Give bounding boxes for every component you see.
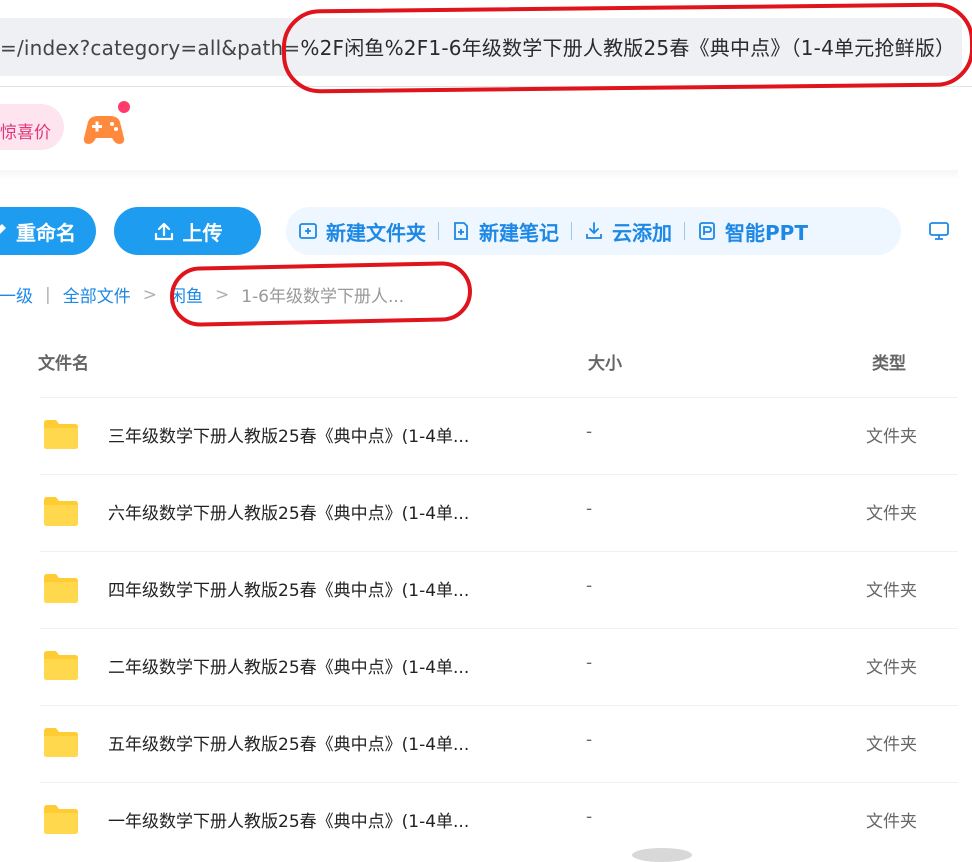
folder-icon — [44, 497, 78, 526]
file-type: 文件夹 — [866, 427, 917, 447]
cloud-add-label: 云添加 — [612, 220, 672, 245]
header-divider — [0, 170, 958, 180]
file-type: 文件夹 — [866, 812, 917, 832]
file-name[interactable]: 六年级数学下册人教版25春《典中点》(1-4单... — [108, 499, 469, 524]
file-type: 文件夹 — [866, 735, 917, 755]
file-name[interactable]: 一年级数学下册人教版25春《典中点》(1-4单... — [108, 807, 469, 832]
table-header: 文件名 大小 类型 — [0, 340, 958, 380]
cloud-add-button[interactable]: 云添加 — [572, 217, 684, 246]
edit-icon — [0, 224, 6, 234]
table-row[interactable]: 五年级数学下册人教版25春《典中点》(1-4单... - 文件夹 — [40, 705, 958, 782]
column-name-header[interactable]: 文件名 — [38, 349, 89, 374]
folder-plus-icon — [299, 223, 317, 239]
breadcrumb-divider: | — [45, 284, 51, 305]
folder-icon — [44, 728, 78, 757]
folder-icon — [44, 651, 78, 680]
file-size: - — [586, 807, 593, 827]
file-size: - — [586, 422, 593, 442]
smart-ppt-button[interactable]: 智能PPT — [685, 217, 820, 246]
column-size-header[interactable]: 大小 — [588, 349, 622, 374]
new-folder-button[interactable]: 新建文件夹 — [286, 217, 438, 246]
smart-ppt-label: 智能PPT — [725, 220, 808, 245]
monitor-icon[interactable] — [928, 220, 950, 242]
file-size: - — [586, 730, 593, 750]
new-note-button[interactable]: 新建笔记 — [439, 217, 571, 246]
column-type-header[interactable]: 类型 — [872, 349, 906, 374]
ppt-icon — [699, 222, 715, 240]
scroll-indicator — [632, 848, 692, 862]
file-name[interactable]: 三年级数学下册人教版25春《典中点》(1-4单... — [108, 422, 469, 447]
breadcrumb-separator: > — [142, 284, 157, 305]
upload-button[interactable]: 上传 — [114, 207, 261, 255]
table-row[interactable]: 三年级数学下册人教版25春《典中点》(1-4单... - 文件夹 — [40, 397, 958, 474]
file-list: 三年级数学下册人教版25春《典中点》(1-4单... - 文件夹 六年级数学下册人教版… — [40, 397, 958, 859]
gamepad-icon[interactable] — [82, 108, 126, 148]
folder-icon — [44, 420, 78, 449]
file-name[interactable]: 五年级数学下册人教版25春《典中点》(1-4单... — [108, 730, 469, 755]
download-icon — [586, 222, 602, 239]
breadcrumb-back[interactable]: 上一级 — [0, 282, 33, 307]
file-type: 文件夹 — [866, 504, 917, 524]
file-type: 文件夹 — [866, 658, 917, 678]
table-row[interactable]: 一年级数学下册人教版25春《典中点》(1-4单... - 文件夹 — [40, 782, 958, 859]
rename-label: 重命名 — [16, 220, 76, 245]
folder-icon — [44, 574, 78, 603]
notification-dot — [118, 101, 130, 113]
file-type: 文件夹 — [866, 581, 917, 601]
file-name[interactable]: 二年级数学下册人教版25春《典中点》(1-4单... — [108, 653, 469, 678]
annotation-circle-breadcrumb — [169, 260, 473, 328]
upload-label: 上传 — [182, 220, 223, 245]
toolbar-actions: 新建文件夹 新建笔记 云添加 智能PPT — [286, 207, 901, 255]
note-plus-icon — [454, 222, 468, 240]
upload-icon — [154, 222, 173, 241]
promo-label[interactable]: 惊喜价 — [0, 118, 51, 143]
rename-button[interactable]: 重命名 — [0, 207, 96, 255]
folder-icon — [44, 805, 78, 834]
url-prefix: =/index?category=all&path= — [0, 36, 301, 60]
table-row[interactable]: 二年级数学下册人教版25春《典中点》(1-4单... - 文件夹 — [40, 628, 958, 705]
file-size: - — [586, 653, 593, 673]
file-size: - — [586, 499, 593, 519]
breadcrumb-all-files[interactable]: 全部文件 — [63, 282, 131, 307]
table-row[interactable]: 四年级数学下册人教版25春《典中点》(1-4单... - 文件夹 — [40, 551, 958, 628]
new-note-label: 新建笔记 — [479, 220, 559, 245]
annotation-circle-url — [281, 2, 972, 94]
new-folder-label: 新建文件夹 — [326, 220, 426, 245]
file-size: - — [586, 576, 593, 596]
file-name[interactable]: 四年级数学下册人教版25春《典中点》(1-4单... — [108, 576, 469, 601]
table-row[interactable]: 六年级数学下册人教版25春《典中点》(1-4单... - 文件夹 — [40, 474, 958, 551]
